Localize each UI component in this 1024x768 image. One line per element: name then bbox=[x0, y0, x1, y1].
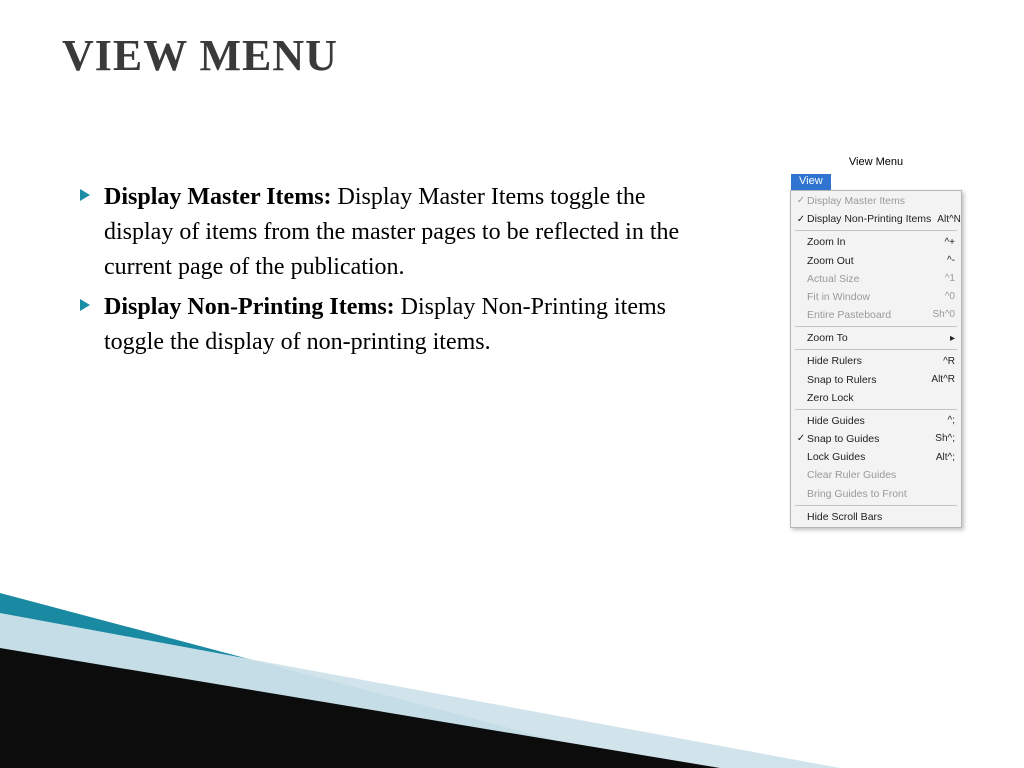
menu-item-label: Hide Guides bbox=[807, 414, 942, 428]
slide: VIEW MENU Display Master Items: Display … bbox=[0, 0, 1024, 768]
menu-item-shortcut: Sh^0 bbox=[933, 308, 956, 322]
triangle-bullet-icon bbox=[80, 189, 90, 201]
menu-item-shortcut: Alt^; bbox=[936, 451, 955, 465]
menu-item: Entire Pasteboard Sh^0 bbox=[791, 306, 961, 324]
menu-item-shortcut: Sh^; bbox=[935, 432, 955, 446]
menu-item-label: Hide Scroll Bars bbox=[807, 510, 949, 524]
menu-item-label: Display Non-Printing Items bbox=[807, 212, 931, 226]
bullet-label: Display Master Items: bbox=[104, 184, 332, 210]
menu-item-label: Hide Rulers bbox=[807, 354, 937, 368]
decorative-triangle-dark bbox=[0, 648, 720, 768]
menu-item[interactable]: Zoom In ^+ bbox=[791, 233, 961, 251]
menu-item[interactable]: Zoom Out ^- bbox=[791, 252, 961, 270]
menu-item-label: Zoom To bbox=[807, 331, 944, 345]
decorative-triangle-light bbox=[0, 613, 840, 768]
menu-item: Actual Size ^1 bbox=[791, 270, 961, 288]
menu-item[interactable]: Zoom To ▸ bbox=[791, 329, 961, 347]
menu-item: ✓Display Master Items bbox=[791, 192, 961, 210]
menu-item-shortcut: ^0 bbox=[945, 290, 955, 304]
menu-item-label: Snap to Rulers bbox=[807, 373, 925, 387]
menu-item[interactable]: Hide Scroll Bars bbox=[791, 508, 961, 526]
menu-item-label: Lock Guides bbox=[807, 450, 930, 464]
menu-item-shortcut: ^- bbox=[947, 254, 955, 268]
menu-item[interactable]: Hide Rulers ^R bbox=[791, 352, 961, 370]
submenu-arrow-icon: ▸ bbox=[950, 332, 955, 346]
menu-separator bbox=[795, 230, 957, 231]
bullet-item: Display Master Items: Display Master Ite… bbox=[80, 180, 680, 284]
check-icon: ✓ bbox=[795, 213, 807, 227]
menu-item-shortcut: ^R bbox=[943, 355, 955, 369]
menu-panel: ✓Display Master Items✓Display Non-Printi… bbox=[790, 190, 962, 528]
menu-item-label: Snap to Guides bbox=[807, 432, 929, 446]
bullet-item: Display Non-Printing Items: Display Non-… bbox=[80, 290, 680, 360]
menu-item[interactable]: Hide Guides ^; bbox=[791, 412, 961, 430]
bullet-paragraph: Display Non-Printing Items: Display Non-… bbox=[104, 290, 680, 360]
menu-item-label: Actual Size bbox=[807, 272, 939, 286]
menu-tab-view[interactable]: View bbox=[791, 174, 831, 190]
menu-item-shortcut: ^+ bbox=[944, 236, 955, 250]
menu-item[interactable]: ✓Display Non-Printing Items Alt^N bbox=[791, 210, 961, 228]
menu-item[interactable]: Snap to Rulers Alt^R bbox=[791, 371, 961, 389]
menu-item-shortcut: Alt^N bbox=[937, 213, 961, 227]
menu-item-label: Zoom In bbox=[807, 235, 938, 249]
menu-item-label: Fit in Window bbox=[807, 290, 939, 304]
menu-item[interactable]: Zero Lock bbox=[791, 389, 961, 407]
triangle-bullet-icon bbox=[80, 299, 90, 311]
menu-item: Bring Guides to Front bbox=[791, 485, 961, 503]
menu-item-shortcut: ^1 bbox=[945, 272, 955, 286]
menu-item: Fit in Window ^0 bbox=[791, 288, 961, 306]
menu-caption: View Menu bbox=[790, 156, 962, 168]
decorative-sweep bbox=[0, 578, 1024, 768]
check-icon: ✓ bbox=[795, 194, 807, 208]
body-text: Display Master Items: Display Master Ite… bbox=[80, 180, 680, 366]
menu-item-label: Zero Lock bbox=[807, 391, 949, 405]
menu-separator bbox=[795, 409, 957, 410]
menu-separator bbox=[795, 349, 957, 350]
menu-item-label: Display Master Items bbox=[807, 194, 949, 208]
check-icon: ✓ bbox=[795, 432, 807, 446]
menu-item[interactable]: ✓Snap to Guides Sh^; bbox=[791, 430, 961, 448]
menu-item-label: Bring Guides to Front bbox=[807, 487, 949, 501]
menu-item-label: Clear Ruler Guides bbox=[807, 468, 949, 482]
menu-item-label: Entire Pasteboard bbox=[807, 308, 927, 322]
menu-item-shortcut: ^; bbox=[948, 414, 955, 428]
bullet-label: Display Non-Printing Items: bbox=[104, 294, 395, 320]
menu-item-shortcut: Alt^R bbox=[931, 373, 955, 387]
bullet-paragraph: Display Master Items: Display Master Ite… bbox=[104, 180, 680, 284]
menu-separator bbox=[795, 505, 957, 506]
menu-item[interactable]: Lock Guides Alt^; bbox=[791, 448, 961, 466]
decorative-triangle-teal bbox=[0, 593, 660, 768]
page-title: VIEW MENU bbox=[62, 30, 338, 81]
menu-separator bbox=[795, 326, 957, 327]
view-menu-screenshot: View Menu View ✓Display Master Items✓Dis… bbox=[790, 156, 962, 528]
menu-item: Clear Ruler Guides bbox=[791, 466, 961, 484]
menu-item-label: Zoom Out bbox=[807, 254, 941, 268]
